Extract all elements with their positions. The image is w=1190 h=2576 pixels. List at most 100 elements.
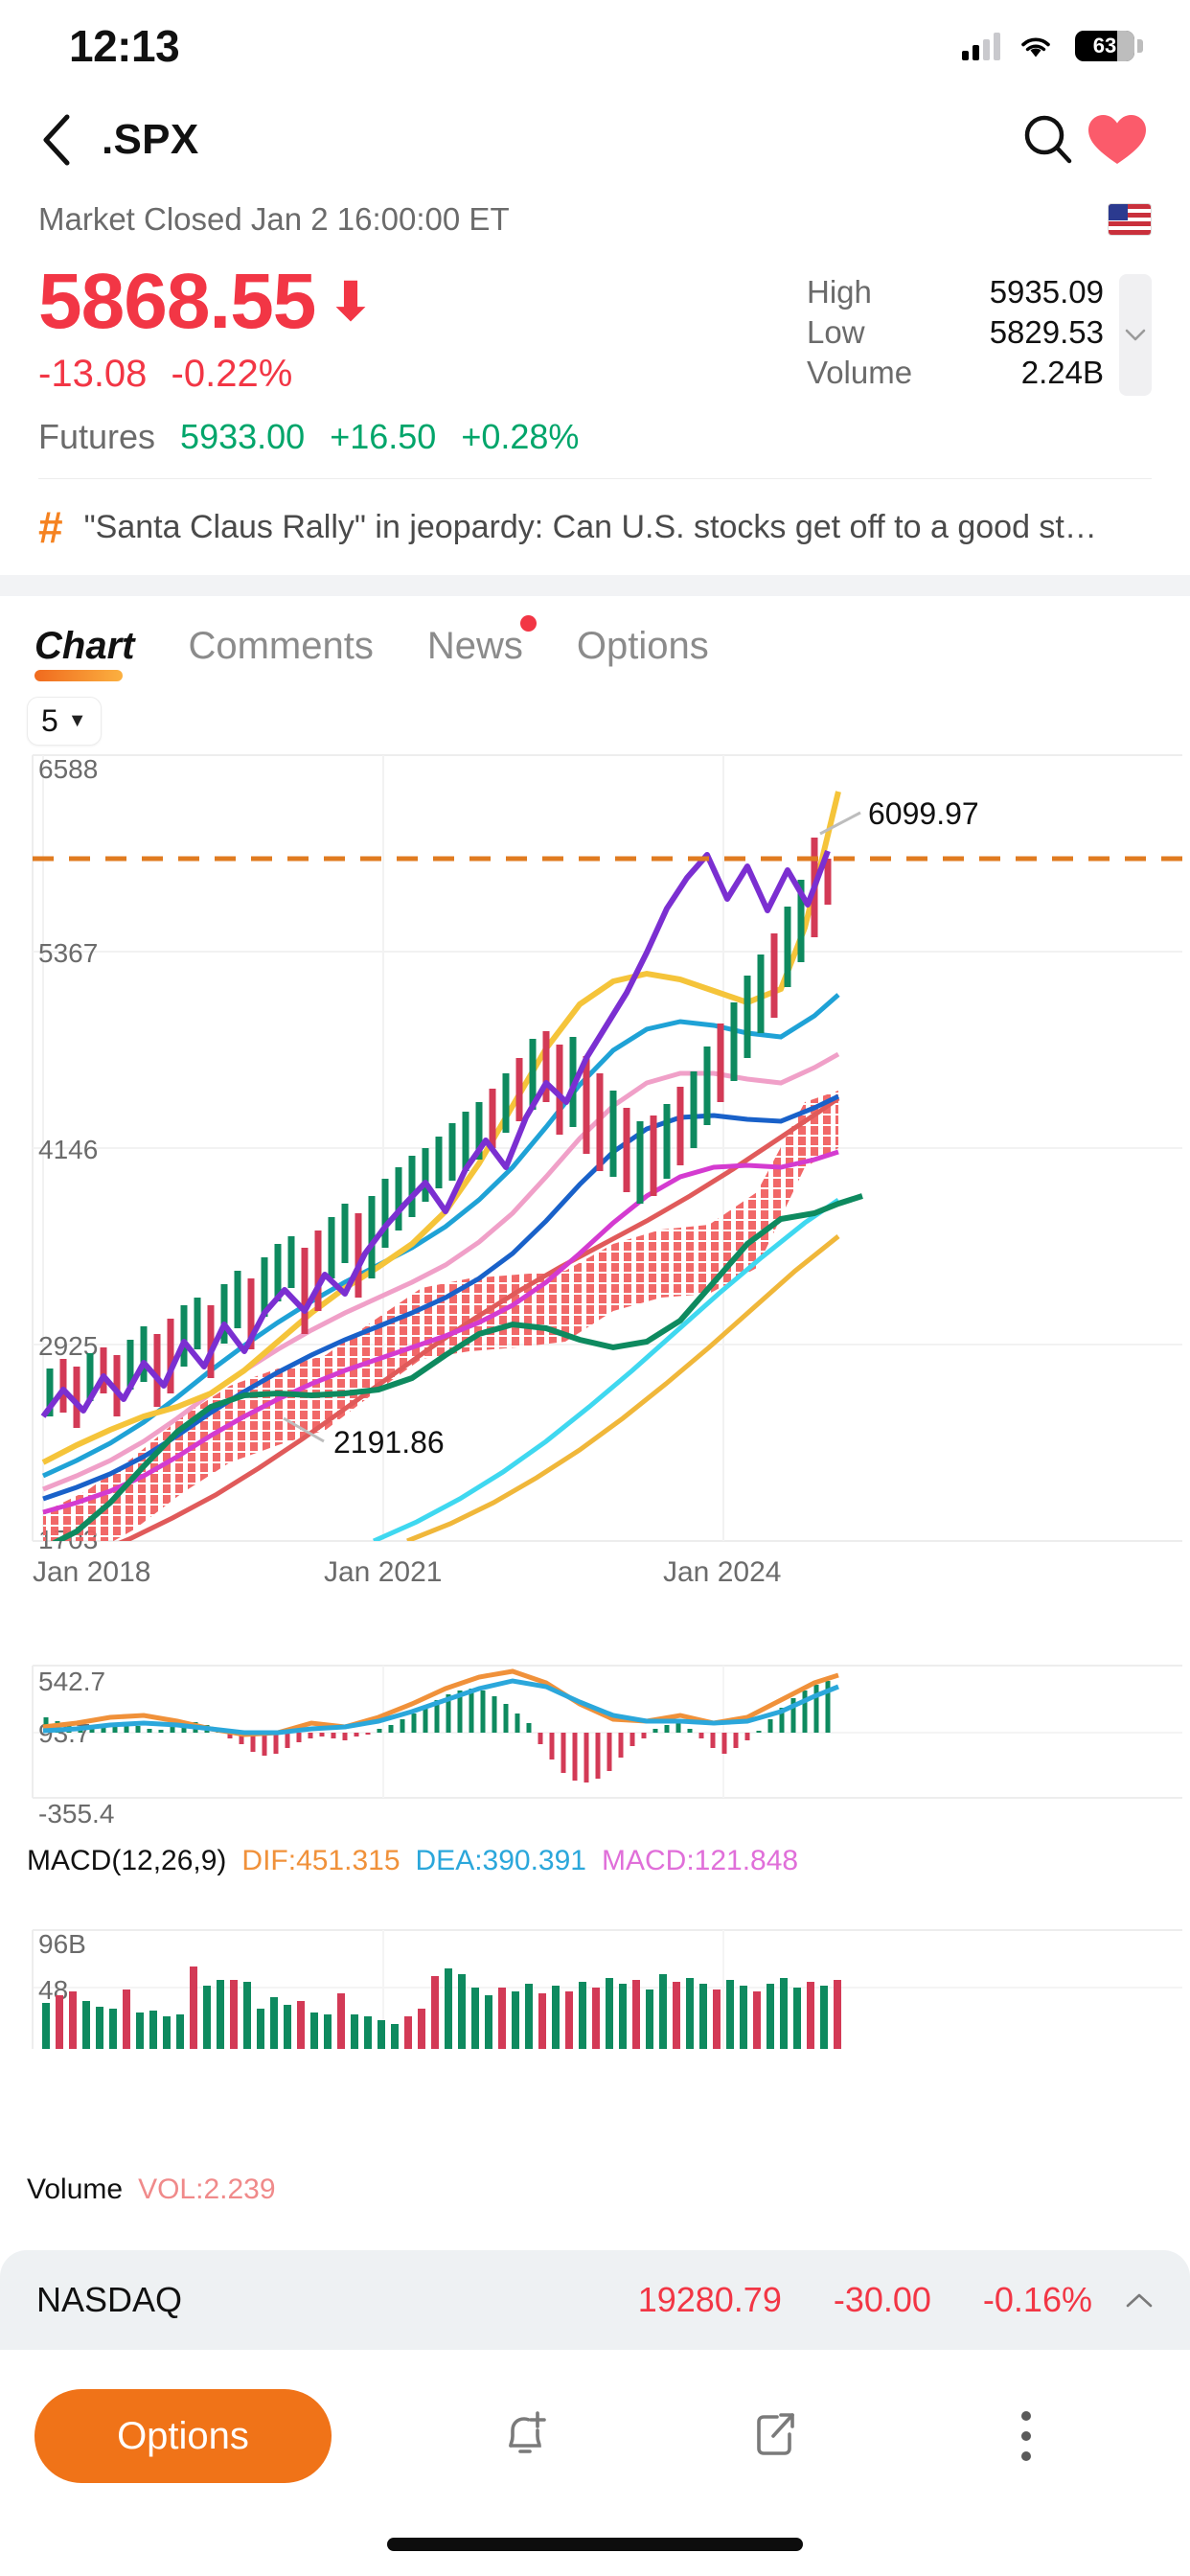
footer-quote-change: -30.00 [833,2280,931,2319]
tab-comments[interactable]: Comments [161,625,400,681]
macd-macd-value: MACD:121.848 [601,1845,799,1876]
tab-chart[interactable]: Chart [34,625,161,682]
status-time: 12:13 [69,21,180,71]
volume-y-mid: 48 [38,1975,68,2005]
last-price: 5868.55 [38,258,316,345]
stat-label-volume: Volume [807,355,913,390]
tab-comments-label: Comments [188,625,374,668]
tab-news[interactable]: News [400,615,550,681]
futures-change: +16.50 [330,417,437,457]
chevron-down-icon [1125,329,1146,340]
heart-icon [1088,115,1146,164]
volume-title-row: Volume VOL:2.239 [27,2174,276,2206]
high-annotation-label: 6099.97 [868,796,979,831]
tab-bar: Chart Comments News Options [0,596,1190,682]
period-select[interactable]: 5 ▼ [27,697,102,747]
tab-options[interactable]: Options [550,625,736,681]
stat-value-volume: 2.24B [1020,355,1104,390]
x-tick-jan-2024: Jan 2024 [663,1556,781,1588]
chevron-left-icon [43,114,70,166]
cellular-signal-icon [962,32,1000,60]
alert-button[interactable] [481,2393,567,2479]
volume-y-top: 96B [38,1929,86,1959]
chart-area[interactable]: 6588 5367 4146 2925 1703 [0,746,1190,2472]
page-title: .SPX [102,116,199,163]
wifi-icon [1018,32,1054,60]
futures-change-percent: +0.28% [461,417,580,457]
macd-y-top: 542.7 [38,1667,105,1696]
options-button[interactable]: Options [34,2389,332,2483]
macd-dea-value: DEA:390.391 [415,1845,586,1876]
battery-icon: 63 [1075,31,1143,61]
price-chart[interactable]: 6588 5367 4146 2925 1703 [0,746,1190,2087]
tab-news-label: News [426,625,523,668]
futures-label: Futures [38,417,156,457]
high-annotation-leader [819,811,861,836]
y-tick-6588: 6588 [38,754,98,784]
quote-primary: 5868.55 ⬇ -13.08 -0.22% [38,258,373,396]
toolbar-icons [332,2393,1190,2479]
options-button-label: Options [117,2414,249,2457]
last-price-row: 5868.55 ⬇ [38,258,373,345]
home-indicator [387,2538,803,2551]
futures-row[interactable]: Futures 5933.00 +16.50 +0.28% [0,396,1190,478]
stat-value-low: 5829.53 [989,314,1104,350]
footer-quote-price: 19280.79 [637,2280,782,2319]
x-tick-jan-2018: Jan 2018 [33,1556,150,1588]
section-gap [0,575,1190,597]
nav-bar: .SPX [0,92,1190,188]
status-indicators: 63 [962,31,1143,61]
volume-bars [42,1966,841,2050]
market-status-row: Market Closed Jan 2 16:00:00 ET [0,188,1190,245]
footer-quote-name: NASDAQ [36,2280,183,2319]
back-button[interactable] [27,110,86,170]
footer-quote-values: 19280.79 -30.00 -0.16% [638,2280,1092,2320]
favorite-button[interactable] [1083,105,1152,174]
bell-plus-icon [509,2411,546,2453]
macd-name: MACD(12,26,9) [27,1845,227,1876]
change-row: -13.08 -0.22% [38,353,372,396]
quote-stats-wrap: High 5935.09 Low 5829.53 Volume 2.24B [807,261,1152,397]
us-flag-icon [1108,203,1152,236]
price-change: -13.08 [38,353,148,396]
volume-name: Volume [27,2174,124,2205]
volume-value: VOL:2.239 [138,2174,276,2205]
more-vertical-icon [1021,2411,1031,2461]
stat-row-low: Low 5829.53 [807,314,1104,351]
caret-down-icon: ▼ [67,710,87,732]
period-bar: 5 ▼ [0,681,1190,747]
low-annotation-label: 2191.86 [333,1425,445,1460]
tab-news-badge-dot [519,615,537,632]
macd-panel: 542.7 93.7 -355.4 [32,1665,1182,1828]
battery-percent: 63 [1092,34,1117,58]
footer-quote-bar[interactable]: NASDAQ 19280.79 -30.00 -0.16% [0,2250,1190,2350]
hashtag-icon: # [38,502,63,553]
chart-plot [40,791,863,1542]
more-button[interactable] [983,2393,1069,2479]
macd-y-bottom: -355.4 [38,1799,114,1828]
market-status-text: Market Closed Jan 2 16:00:00 ET [38,201,510,237]
chevron-up-icon[interactable] [1125,2285,1154,2315]
volume-panel: 96B 48 [32,1929,1182,2050]
share-button[interactable] [732,2393,818,2479]
stat-value-high: 5935.09 [989,274,1104,310]
period-value: 5 [41,703,58,739]
x-tick-jan-2021: Jan 2021 [324,1556,442,1588]
share-icon [757,2413,794,2455]
quote-block: 5868.55 ⬇ -13.08 -0.22% High 5935.09 Low… [0,245,1190,397]
news-strip[interactable]: # "Santa Claus Rally" in jeopardy: Can U… [0,479,1190,575]
arrow-down-icon: ⬇ [329,273,372,332]
stat-label-high: High [807,274,872,310]
quote-stats: High 5935.09 Low 5829.53 Volume 2.24B [807,274,1104,391]
macd-dif-value: DIF:451.315 [241,1845,400,1876]
y-tick-4146: 4146 [38,1135,98,1164]
stat-row-high: High 5935.09 [807,274,1104,310]
expand-stats-button[interactable] [1119,274,1152,397]
status-bar: 12:13 63 [0,0,1190,92]
tab-options-label: Options [576,625,709,668]
stat-row-volume: Volume 2.24B [807,355,1104,391]
footer-quote-change-percent: -0.16% [982,2280,1092,2319]
stat-label-low: Low [807,314,865,350]
tab-chart-label: Chart [34,625,135,668]
search-button[interactable] [1014,105,1083,174]
